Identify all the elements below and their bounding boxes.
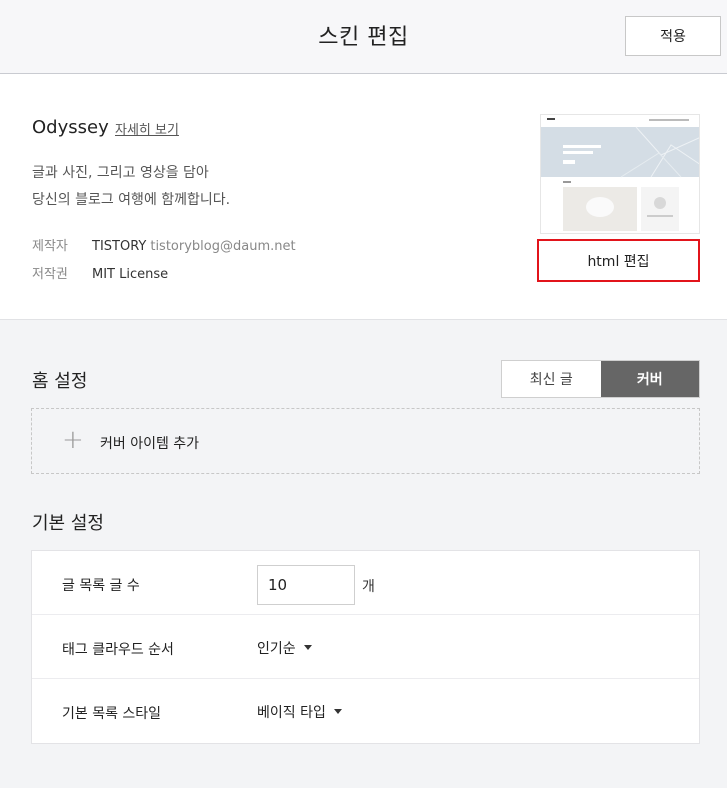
setting-row-tag-order: 태그 클라우드 순서 인기순 bbox=[32, 615, 699, 679]
license-label: 저작권 bbox=[32, 267, 68, 282]
toggle-recent-posts[interactable]: 최신 글 bbox=[502, 361, 601, 397]
author-name: TISTORY bbox=[92, 239, 147, 254]
caret-down-icon bbox=[303, 644, 312, 650]
page-title: 스킨 편집 bbox=[318, 25, 409, 50]
post-count-input[interactable] bbox=[257, 565, 355, 605]
list-style-dropdown[interactable]: 베이직 타입 bbox=[257, 702, 342, 722]
apply-button[interactable]: 적용 bbox=[625, 16, 721, 56]
toggle-cover[interactable]: 커버 bbox=[600, 361, 699, 397]
author-email: tistoryblog@daum.net bbox=[150, 239, 296, 254]
basic-settings-panel: 글 목록 글 수 개 태그 클라우드 순서 인기순 기본 목록 스타일 베이직 … bbox=[31, 550, 700, 744]
author-row: 제작자 TISTORY tistoryblog@daum.net bbox=[32, 235, 296, 254]
tag-order-value: 인기순 bbox=[257, 641, 296, 657]
plus-icon: + bbox=[62, 425, 84, 455]
home-mode-toggle: 최신 글 커버 bbox=[501, 360, 700, 398]
add-cover-item-label: 커버 아이템 추가 bbox=[100, 436, 200, 452]
skin-detail-link[interactable]: 자세히 보기 bbox=[115, 119, 179, 138]
description-line-2: 당신의 블로그 여행에 함께합니다. bbox=[32, 192, 231, 208]
post-count-label: 글 목록 글 수 bbox=[62, 578, 140, 594]
header: 스킨 편집 적용 bbox=[0, 0, 727, 74]
post-count-unit: 개 bbox=[362, 579, 375, 595]
caret-down-icon bbox=[333, 708, 342, 714]
list-style-label: 기본 목록 스타일 bbox=[62, 706, 162, 722]
thumbnail-preview-image bbox=[541, 115, 699, 233]
add-cover-item-button[interactable]: + 커버 아이템 추가 bbox=[31, 408, 700, 474]
skin-name: Odyssey bbox=[32, 117, 109, 138]
basic-settings-title: 기본 설정 bbox=[32, 513, 104, 534]
setting-row-post-count: 글 목록 글 수 개 bbox=[32, 551, 699, 615]
skin-info-panel: Odyssey 자세히 보기 글과 사진, 그리고 영상을 담아 당신의 블로그… bbox=[0, 74, 727, 320]
skin-thumbnail bbox=[540, 114, 700, 234]
home-settings-title: 홈 설정 bbox=[32, 371, 88, 392]
list-style-value: 베이직 타입 bbox=[257, 705, 326, 721]
tag-order-dropdown[interactable]: 인기순 bbox=[257, 638, 312, 658]
license-value: MIT License bbox=[92, 267, 169, 282]
tag-order-label: 태그 클라우드 순서 bbox=[62, 642, 174, 658]
html-edit-button[interactable]: html 편집 bbox=[537, 239, 700, 282]
author-label: 제작자 bbox=[32, 239, 68, 254]
setting-row-list-style: 기본 목록 스타일 베이직 타입 bbox=[32, 679, 699, 743]
skin-description: 글과 사진, 그리고 영상을 담아 당신의 블로그 여행에 함께합니다. bbox=[32, 160, 230, 214]
license-row: 저작권 MIT License bbox=[32, 263, 168, 282]
description-line-1: 글과 사진, 그리고 영상을 담아 bbox=[32, 165, 209, 181]
